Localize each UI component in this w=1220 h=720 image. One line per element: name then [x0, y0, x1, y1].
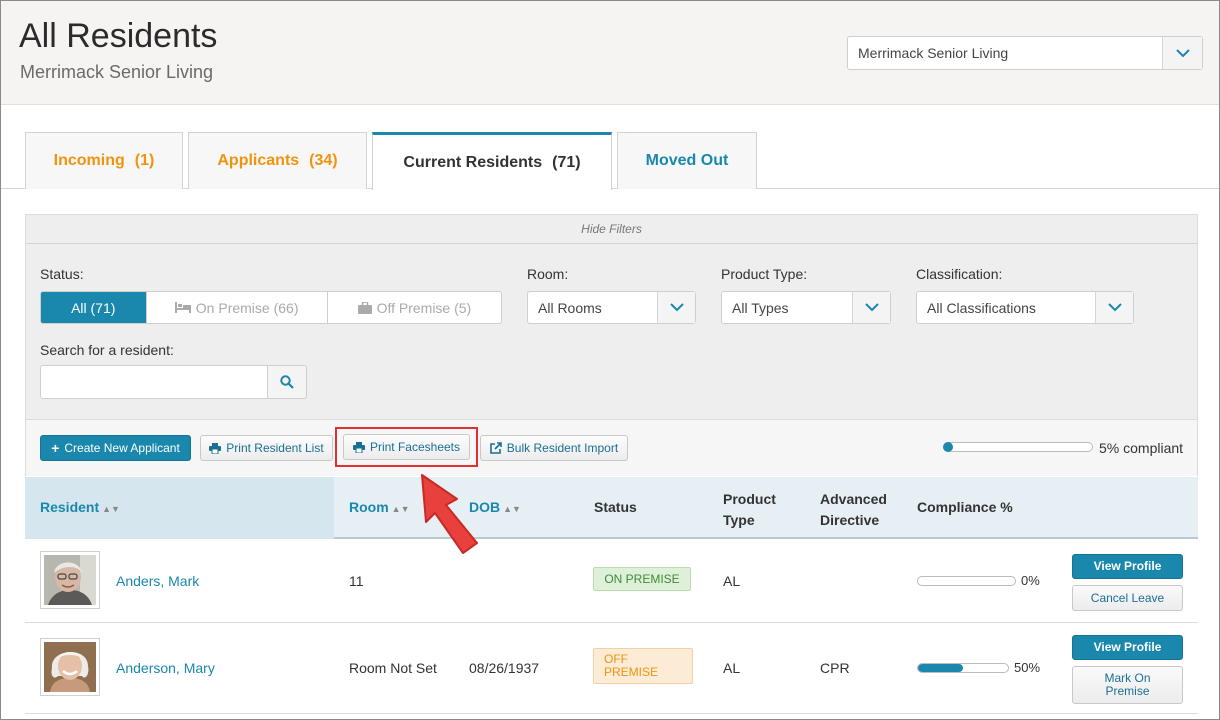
tab-count: (34) [309, 152, 338, 169]
resident-photo [44, 555, 96, 605]
column-header-resident[interactable]: Resident ▲▼ [40, 499, 120, 515]
status-badge: ON PREMISE [593, 567, 691, 591]
resident-avatar[interactable] [40, 551, 100, 609]
tab-incoming[interactable]: Incoming (1) [25, 132, 183, 189]
product-type-select[interactable]: All Types [721, 291, 891, 324]
print-facesheets-highlight [335, 427, 478, 467]
chevron-down-icon[interactable] [1162, 37, 1202, 69]
column-header-status: Status [594, 499, 637, 515]
room-filter-label: Room: [527, 266, 569, 282]
column-header-advanced-directive: Advanced Directive [820, 491, 887, 528]
search-icon [280, 375, 294, 389]
row-divider [25, 713, 1198, 714]
chevron-down-icon[interactable] [852, 292, 890, 323]
column-header-product-type: Product Type [723, 491, 776, 528]
sort-icon: ▲▼ [102, 504, 120, 514]
status-on-premise-button[interactable]: On Premise (66) [145, 292, 327, 323]
room-select-value: All Rooms [538, 299, 602, 316]
resident-advanced-directive: CPR [820, 660, 850, 676]
product-type-select-value: All Types [732, 299, 789, 316]
status-off-premise-button[interactable]: Off Premise (5) [326, 292, 501, 323]
resident-room: 11 [349, 573, 364, 589]
tab-label: Incoming [53, 152, 125, 169]
resident-search-input[interactable] [40, 365, 268, 399]
suitcase-icon [357, 301, 372, 314]
room-select[interactable]: All Rooms [527, 291, 696, 324]
compliance-fill [918, 664, 963, 672]
resident-name-link[interactable]: Anders, Mark [116, 573, 199, 589]
search-label: Search for a resident: [40, 342, 174, 358]
row-divider [25, 622, 1198, 623]
status-filter-label: Status: [40, 266, 84, 282]
tab-current-residents[interactable]: Current Residents (71) [372, 132, 612, 190]
bulk-resident-import-button[interactable]: Bulk Resident Import [480, 435, 628, 461]
status-badge: OFF PREMISE [593, 648, 693, 684]
tab-label: Applicants [217, 152, 300, 169]
resident-compliance-value: 50% [1014, 660, 1041, 675]
chevron-down-icon[interactable] [1095, 292, 1133, 323]
sort-icon: ▲▼ [391, 504, 410, 514]
product-type-filter-label: Product Type: [721, 266, 808, 282]
printer-icon [209, 442, 222, 454]
classification-filter-label: Classification: [916, 266, 1003, 282]
classification-select[interactable]: All Classifications [916, 291, 1134, 324]
resident-product-type: AL [723, 660, 741, 676]
view-profile-button[interactable]: View Profile [1072, 554, 1183, 579]
cancel-leave-button[interactable]: Cancel Leave [1072, 585, 1183, 611]
bulk-resident-import-label: Bulk Resident Import [506, 441, 619, 455]
mark-on-premise-button[interactable]: Mark On Premise [1072, 666, 1183, 704]
status-segmented-control: All (71) On Premise (66) Off Premise (5) [40, 291, 502, 324]
tab-label: Current Residents [403, 153, 543, 171]
chevron-down-icon[interactable] [657, 292, 695, 323]
resident-compliance-bar [917, 576, 1016, 586]
column-header-compliance: Compliance % [917, 499, 1013, 515]
sort-icon: ▲▼ [503, 504, 521, 514]
tab-count: (71) [552, 153, 581, 171]
search-button[interactable] [267, 365, 307, 399]
status-all-button[interactable]: All (71) [41, 292, 146, 323]
community-select[interactable]: Merrimack Senior Living [847, 36, 1203, 70]
resident-name-link[interactable]: Anderson, Mary [116, 660, 215, 676]
tab-applicants[interactable]: Applicants (34) [188, 132, 367, 189]
resident-avatar[interactable] [40, 638, 100, 696]
resident-compliance-value: 0% [1021, 573, 1040, 588]
print-resident-list-label: Print Resident List [226, 441, 324, 455]
resident-photo [44, 642, 96, 692]
overall-compliance-indicator [943, 442, 953, 452]
page-title: All Residents [19, 17, 218, 55]
print-resident-list-button[interactable]: Print Resident List [200, 435, 333, 461]
classification-select-value: All Classifications [927, 299, 1036, 316]
resident-dob: 08/26/1937 [469, 660, 540, 676]
tab-label: Moved Out [645, 152, 729, 169]
status-on-premise-label: On Premise (66) [195, 299, 299, 316]
external-link-icon [489, 442, 502, 454]
overall-compliance-bar [945, 442, 1093, 452]
resident-room: Room Not Set [349, 660, 437, 676]
resident-product-type: AL [723, 573, 741, 589]
view-profile-button[interactable]: View Profile [1072, 635, 1183, 660]
hide-filters-link[interactable]: Hide Filters [26, 215, 1197, 244]
status-off-premise-label: Off Premise (5) [376, 299, 472, 316]
plus-icon: + [51, 440, 60, 456]
compliance-summary: 5% compliant [1099, 440, 1184, 456]
tab-moved-out[interactable]: Moved Out [617, 132, 757, 189]
status-all-label: All (71) [71, 299, 116, 316]
tab-count: (1) [134, 152, 155, 169]
create-new-applicant-label: Create New Applicant [64, 441, 180, 455]
page-subtitle: Merrimack Senior Living [20, 62, 214, 82]
bed-icon [174, 302, 191, 313]
red-arrow-annotation [421, 474, 478, 554]
create-new-applicant-button[interactable]: + Create New Applicant [40, 435, 191, 461]
community-select-value: Merrimack Senior Living [858, 45, 1009, 61]
column-header-room[interactable]: Room ▲▼ [349, 499, 410, 515]
resident-compliance-bar [917, 663, 1009, 673]
